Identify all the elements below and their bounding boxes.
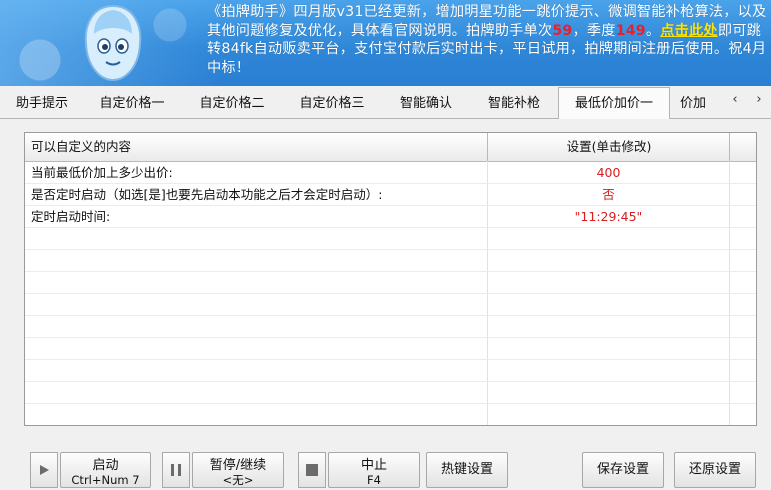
pause-button-icon[interactable]	[162, 452, 190, 488]
table-header: 可以自定义的内容 设置(单击修改)	[25, 133, 756, 162]
banner-dot: 。	[645, 22, 661, 39]
row-label: 定时启动时间:	[31, 209, 111, 224]
row-value[interactable]: 否	[488, 184, 729, 205]
play-icon	[40, 465, 49, 475]
start-hotkey: Ctrl+Num 7	[71, 473, 140, 487]
empty-row	[25, 382, 756, 404]
stop-hotkey: F4	[367, 473, 381, 487]
banner-link[interactable]: 点击此处	[660, 23, 718, 39]
row-value[interactable]: "11:29:45"	[488, 206, 729, 227]
empty-row	[25, 338, 756, 360]
season-prefix: ，季度	[572, 22, 616, 39]
table-row: 定时启动时间: "11:29:45"	[25, 206, 756, 228]
tab-smart-confirm[interactable]: 智能确认	[384, 90, 468, 117]
banner: 《拍牌助手》四月版v31已经更新，增加明星功能一跳价提示、微调智能补枪算法，以及…	[0, 0, 771, 86]
start-label: 启动	[92, 458, 119, 473]
single-count: 59	[552, 22, 573, 39]
empty-row	[25, 294, 756, 316]
tab-custom-price-3[interactable]: 自定价格三	[284, 90, 380, 117]
column-header-setting: 设置(单击修改)	[487, 133, 730, 161]
stop-button-icon[interactable]	[298, 452, 326, 488]
tab-bar: 助手提示 自定价格一 自定价格二 自定价格三 智能确认 智能补枪 最低价加价一 …	[0, 86, 771, 119]
tab-custom-price-2[interactable]: 自定价格二	[184, 90, 280, 117]
empty-row	[25, 228, 756, 250]
column-header-spare	[729, 133, 757, 161]
start-button[interactable]: 启动 Ctrl+Num 7	[60, 452, 151, 488]
row-value[interactable]: 400	[488, 162, 729, 183]
empty-row	[25, 250, 756, 272]
tab-assistant-tips[interactable]: 助手提示	[4, 90, 80, 117]
empty-row	[25, 404, 756, 425]
column-header-content: 可以自定义的内容	[31, 139, 132, 154]
empty-row	[25, 316, 756, 338]
stop-button[interactable]: 中止 F4	[328, 452, 420, 488]
pause-hotkey: <无>	[222, 473, 254, 487]
banner-brand: 《拍牌助手》	[207, 4, 294, 20]
row-label: 是否定时启动（如选[是]也要先启动本功能之后才会定时启动）:	[31, 187, 383, 202]
pause-icon	[171, 464, 181, 476]
start-button-icon[interactable]	[30, 452, 58, 488]
save-settings-button[interactable]: 保存设置	[582, 452, 664, 488]
stop-icon	[306, 464, 318, 476]
season-count: 149	[615, 22, 646, 39]
tab-price-raise-partial[interactable]: 价加	[672, 90, 718, 117]
mascot-logo-icon	[84, 4, 142, 82]
row-label: 当前最低价加上多少出价:	[31, 165, 173, 180]
pause-resume-button[interactable]: 暂停/继续 <无>	[192, 452, 284, 488]
restore-settings-button[interactable]: 还原设置	[674, 452, 756, 488]
table-row: 当前最低价加上多少出价: 400	[25, 162, 756, 184]
table-row: 是否定时启动（如选[是]也要先启动本功能之后才会定时启动）: 否	[25, 184, 756, 206]
empty-row	[25, 272, 756, 294]
tab-min-price-raise-1[interactable]: 最低价加价一	[558, 87, 670, 119]
empty-row	[25, 360, 756, 382]
stop-label: 中止	[360, 458, 387, 473]
tab-custom-price-1[interactable]: 自定价格一	[84, 90, 180, 117]
hotkey-settings-button[interactable]: 热键设置	[426, 452, 508, 488]
tab-smart-supplement[interactable]: 智能补枪	[472, 90, 556, 117]
tab-scroll-left-icon[interactable]: ‹	[724, 89, 746, 111]
pause-label: 暂停/继续	[209, 458, 267, 473]
banner-notice: 《拍牌助手》四月版v31已经更新，增加明星功能一跳价提示、微调智能补枪算法，以及…	[207, 3, 769, 77]
tab-scroll-right-icon[interactable]: ›	[748, 89, 770, 111]
settings-table: 可以自定义的内容 设置(单击修改) 当前最低价加上多少出价: 400 是否定时启…	[24, 132, 757, 426]
